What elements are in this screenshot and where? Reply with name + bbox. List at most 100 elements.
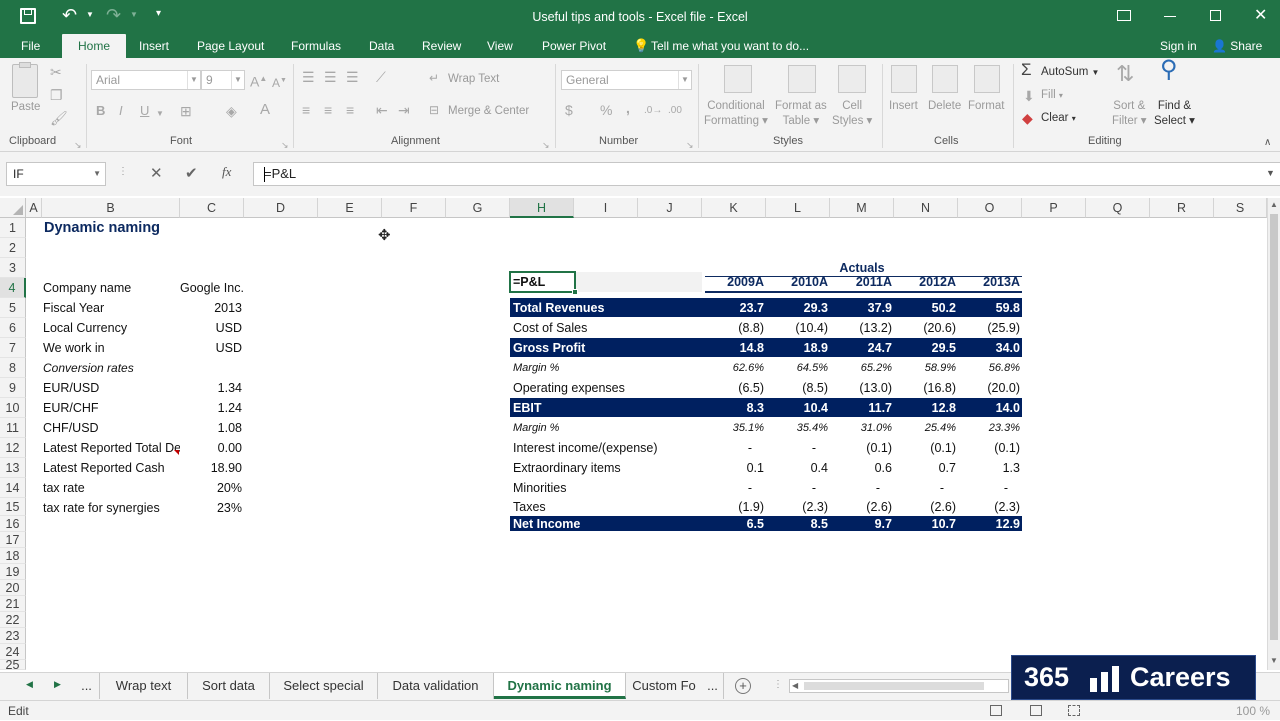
normal-view-icon[interactable] — [990, 705, 1002, 716]
share-button[interactable]: 👤 Share — [1212, 34, 1262, 58]
column-header-c[interactable]: C — [180, 198, 244, 218]
pl-value[interactable]: 10.4 — [766, 398, 828, 418]
pl-value[interactable]: 24.7 — [830, 338, 892, 358]
autosum-button[interactable]: AutoSum ▼ — [1041, 65, 1099, 80]
row-header-17[interactable]: 17 — [0, 532, 26, 548]
redo-icon[interactable]: ↷ — [106, 5, 121, 26]
clipboard-launcher-icon[interactable]: ↘ — [74, 137, 82, 153]
pl-value[interactable]: (20.0) — [958, 378, 1020, 398]
tab-data[interactable]: Data — [369, 34, 394, 58]
chevron-down-icon[interactable]: ▼ — [93, 163, 101, 185]
pl-value[interactable]: 6.5 — [702, 516, 764, 532]
pl-value[interactable]: 0.6 — [830, 458, 892, 478]
column-header-s[interactable]: S — [1214, 198, 1267, 218]
pl-value[interactable]: 65.2% — [830, 358, 892, 378]
font-family-select[interactable]: Arial ▼ — [91, 70, 201, 90]
row-header-19[interactable]: 19 — [0, 564, 26, 580]
pl-value[interactable]: (0.1) — [830, 438, 892, 458]
minimize-icon[interactable] — [1164, 16, 1176, 17]
column-header-h[interactable]: H — [510, 198, 574, 218]
row-header-22[interactable]: 22 — [0, 612, 26, 628]
input-label[interactable]: Latest Reported Total De — [43, 438, 180, 458]
pl-value[interactable]: 8.3 — [702, 398, 764, 418]
paste-button[interactable]: Paste — [11, 100, 40, 115]
scroll-thumb[interactable] — [1270, 214, 1278, 640]
row-header-16[interactable]: 16 — [0, 516, 26, 532]
active-cell[interactable]: =P&L — [509, 271, 578, 295]
pl-value[interactable]: 62.6% — [702, 358, 764, 378]
row-header-18[interactable]: 18 — [0, 548, 26, 564]
expand-formula-bar-icon[interactable]: ▼ — [1266, 168, 1275, 178]
column-header-l[interactable]: L — [766, 198, 830, 218]
sheet-tab-dynamic-naming[interactable]: Dynamic naming — [494, 673, 626, 699]
pl-value[interactable]: 56.8% — [958, 358, 1020, 378]
pl-value[interactable]: 9.7 — [830, 516, 892, 532]
merge-center-button[interactable]: Merge & Center — [448, 104, 529, 119]
tab-home[interactable]: Home — [62, 34, 127, 58]
row-header-11[interactable]: 11 — [0, 418, 26, 438]
column-header-p[interactable]: P — [1022, 198, 1086, 218]
tab-splitter-icon[interactable]: ⋮ — [773, 679, 783, 690]
font-launcher-icon[interactable]: ↘ — [281, 137, 289, 153]
column-header-k[interactable]: K — [702, 198, 766, 218]
pl-value[interactable]: (2.6) — [894, 498, 956, 516]
row-header-8[interactable]: 8 — [0, 358, 26, 378]
delete-cells-button[interactable]: Delete — [928, 99, 961, 114]
number-launcher-icon[interactable]: ↘ — [686, 137, 694, 153]
input-value[interactable]: 20% — [180, 478, 242, 498]
year-header[interactable]: 2013A — [958, 272, 1020, 292]
column-header-d[interactable]: D — [244, 198, 318, 218]
input-label[interactable]: We work in — [43, 338, 180, 358]
sheet-tab-sort-data[interactable]: Sort data — [188, 673, 270, 699]
worksheet-grid[interactable]: ABCDEFGHIJKLMNOPQRS 1 2 3 4 5 6 7 8 9 10 11 12 13 14 1… — [0, 198, 1267, 671]
number-format-select[interactable]: General ▼ — [561, 70, 692, 90]
sheet-tab-more-left[interactable]: ... — [74, 673, 100, 699]
scroll-left-icon[interactable]: ◀ — [792, 681, 798, 690]
pl-line-label[interactable]: Operating expenses — [513, 378, 625, 398]
column-header-n[interactable]: N — [894, 198, 958, 218]
year-header[interactable]: 2009A — [702, 272, 764, 292]
pl-value[interactable]: (8.8) — [702, 318, 764, 338]
pl-value[interactable]: (8.5) — [766, 378, 828, 398]
pl-value[interactable]: - — [702, 438, 752, 458]
pl-value[interactable]: 64.5% — [766, 358, 828, 378]
page-layout-view-icon[interactable] — [1030, 705, 1042, 716]
pl-line-label[interactable]: Net Income — [513, 516, 580, 532]
pl-value[interactable]: (20.6) — [894, 318, 956, 338]
input-label[interactable]: EUR/CHF — [43, 398, 180, 418]
pl-value[interactable]: 0.7 — [894, 458, 956, 478]
format-painter-icon[interactable]: 🖌 — [50, 110, 68, 126]
row-header-14[interactable]: 14 — [0, 478, 26, 498]
column-header-i[interactable]: I — [574, 198, 638, 218]
format-cells-button[interactable]: Format — [968, 99, 1004, 114]
input-label[interactable]: CHF/USD — [43, 418, 180, 438]
copy-icon[interactable]: ❐ — [50, 87, 63, 103]
input-label[interactable]: Fiscal Year — [43, 298, 180, 318]
pl-value[interactable]: 14.0 — [958, 398, 1020, 418]
row-header-23[interactable]: 23 — [0, 628, 26, 644]
input-label[interactable]: Latest Reported Cash — [43, 458, 180, 478]
pl-value[interactable]: 11.7 — [830, 398, 892, 418]
horizontal-scrollbar[interactable]: ◀ — [789, 679, 1009, 693]
row-header-4[interactable]: 4 — [0, 278, 26, 298]
input-value[interactable]: 0.00 — [180, 438, 242, 458]
comma-button[interactable]: , — [626, 100, 630, 116]
pl-value[interactable]: (0.1) — [958, 438, 1020, 458]
row-header-2[interactable]: 2 — [0, 238, 26, 258]
redo-dropdown-icon[interactable]: ▼ — [130, 10, 138, 19]
column-header-e[interactable]: E — [318, 198, 382, 218]
zoom-level[interactable]: 100 % — [1236, 701, 1270, 721]
tab-insert[interactable]: Insert — [139, 34, 169, 58]
pl-line-label[interactable]: Margin % — [513, 418, 559, 438]
year-header[interactable]: 2011A — [830, 272, 892, 292]
pl-value[interactable]: (25.9) — [958, 318, 1020, 338]
pl-value[interactable]: 1.3 — [958, 458, 1020, 478]
pl-value[interactable]: 12.8 — [894, 398, 956, 418]
scroll-tabs-left-icon[interactable]: ◀ — [26, 679, 33, 690]
format-as-table-button[interactable]: Format as Table ▾ — [775, 99, 827, 129]
pl-value[interactable]: 23.7 — [702, 298, 764, 318]
top-align-icon[interactable]: ☰ — [302, 69, 315, 85]
pl-value[interactable]: - — [958, 478, 1008, 498]
italic-button[interactable]: I — [119, 103, 123, 119]
tab-file[interactable]: File — [21, 34, 40, 58]
